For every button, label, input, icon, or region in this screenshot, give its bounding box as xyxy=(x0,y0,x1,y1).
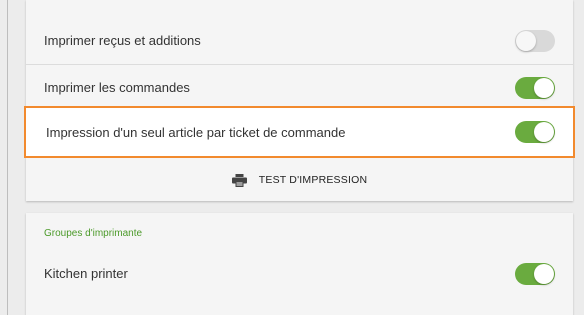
test-print-label: TEST D'IMPRESSION xyxy=(258,174,368,186)
printer-groups-card: Groupes d'imprimante Kitchen printer xyxy=(26,213,573,315)
kitchen-printer-toggle[interactable] xyxy=(515,262,555,285)
toggle-knob xyxy=(516,30,536,51)
printer-icon xyxy=(231,173,247,187)
test-print-button[interactable]: TEST D'IMPRESSION xyxy=(26,160,573,200)
section-title: Groupes d'imprimante xyxy=(44,228,143,239)
single-item-per-ticket-toggle[interactable] xyxy=(515,121,555,143)
setting-row-print-orders[interactable]: Imprimer les commandes xyxy=(26,65,573,110)
print-settings-card: Imprimer reçus et additions Imprimer les… xyxy=(24,0,575,201)
toggle-knob xyxy=(534,122,554,142)
toggle-knob xyxy=(534,263,554,284)
printer-group-label: Kitchen printer xyxy=(44,266,128,281)
toggle-knob xyxy=(534,77,554,98)
print-orders-toggle[interactable] xyxy=(515,76,555,99)
window-edge xyxy=(7,0,8,315)
setting-row-print-receipts[interactable]: Imprimer reçus et additions xyxy=(26,18,573,63)
setting-row-single-item-per-ticket[interactable]: Impression d'un seul article par ticket … xyxy=(24,106,575,158)
setting-label: Imprimer les commandes xyxy=(44,80,190,95)
setting-label: Imprimer reçus et additions xyxy=(44,33,201,48)
printer-group-row-kitchen[interactable]: Kitchen printer xyxy=(26,251,573,296)
setting-label: Impression d'un seul article par ticket … xyxy=(46,124,346,140)
print-receipts-toggle[interactable] xyxy=(515,29,555,52)
